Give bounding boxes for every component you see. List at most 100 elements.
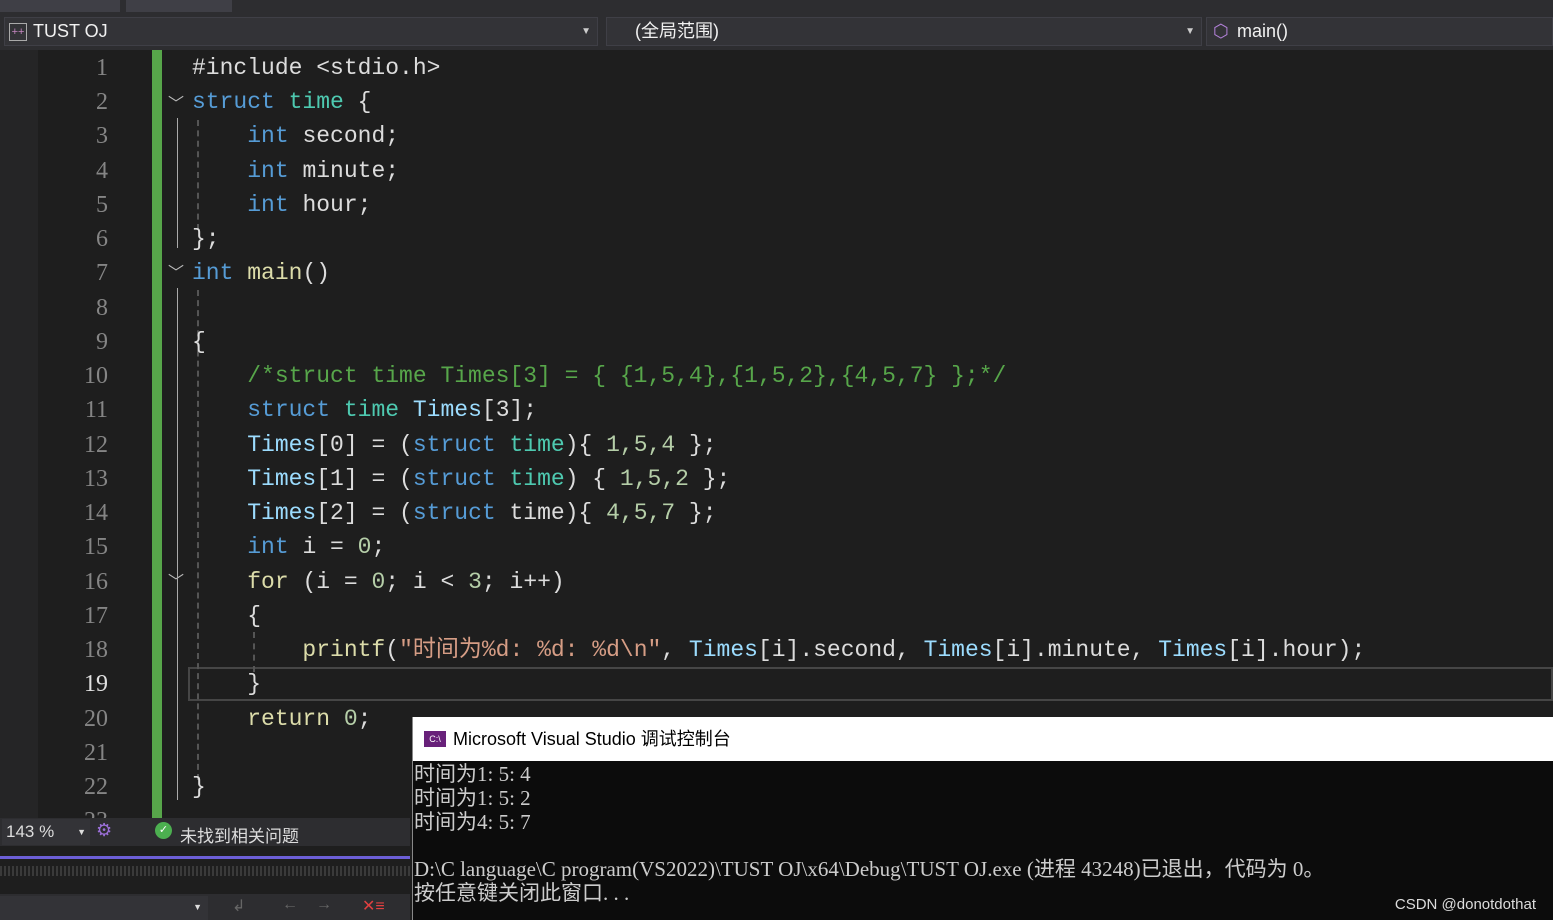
zoom-dropdown[interactable]: 143 % ▼	[2, 819, 90, 845]
line-number: 13	[84, 465, 108, 492]
code-token: Times	[688, 637, 758, 664]
console-line: D:\C language\C program(VS2022)\TUST OJ\…	[414, 857, 1325, 882]
tab-solution-explorer[interactable]	[0, 0, 120, 12]
code-token: 1,5,4	[606, 431, 676, 458]
code-token: 0	[343, 705, 358, 732]
line-number: 2	[96, 89, 108, 116]
line-number: 17	[84, 602, 108, 629]
fold-chevron-icon[interactable]: ﹀	[168, 568, 184, 592]
code-line: int second;	[192, 119, 399, 153]
code-token: [i].second,	[757, 637, 924, 664]
change-tracking-bar	[152, 50, 162, 818]
code-line: struct time Times[3];	[192, 393, 537, 427]
editor-status-bar: 143 % ▼ ⚙ ✓ 未找到相关问题	[0, 818, 410, 846]
code-token: };	[675, 431, 717, 458]
line-number: 22	[84, 774, 108, 801]
code-token: int	[247, 157, 289, 184]
line-number: 14	[84, 500, 108, 527]
code-line: return 0;	[192, 702, 371, 736]
code-token: )	[564, 431, 579, 458]
code-line: int minute;	[192, 154, 399, 188]
line-number: 9	[96, 328, 108, 355]
code-line: }	[192, 667, 261, 701]
navigation-bar: ++ TUST OJ ▼ (全局范围) ▼ ⬡ main()	[0, 14, 1553, 50]
code-token: [2] = (	[316, 500, 413, 527]
code-token: int	[247, 123, 289, 150]
code-token: };	[688, 465, 731, 492]
code-token: struct	[192, 89, 289, 116]
code-token: (	[385, 637, 400, 664]
clear-all-icon[interactable]: ✕≡	[362, 896, 385, 916]
tab-file[interactable]	[126, 0, 232, 12]
code-token: };	[675, 500, 717, 527]
code-token: i =	[288, 534, 358, 561]
code-token: main	[233, 260, 303, 287]
debug-console-window[interactable]: C:\ Microsoft Visual Studio 调试控制台 时间为1: …	[412, 717, 1553, 920]
code-token: minute;	[288, 157, 400, 184]
line-number: 20	[84, 705, 108, 732]
prev-message-icon[interactable]: ←	[282, 896, 298, 914]
next-message-icon[interactable]: →	[316, 896, 332, 914]
code-line: {	[192, 325, 206, 359]
console-title-bar[interactable]: C:\ Microsoft Visual Studio 调试控制台	[413, 717, 1553, 761]
fold-chevron-icon[interactable]: ﹀	[168, 90, 184, 114]
line-number: 6	[96, 226, 108, 253]
code-token: time	[509, 431, 565, 458]
zoom-level: 143 %	[6, 822, 55, 841]
line-number: 21	[84, 739, 108, 766]
check-circle-icon: ✓	[155, 822, 172, 839]
scope-name: (全局范围)	[635, 21, 719, 41]
code-token: [0] = (	[316, 431, 413, 458]
code-token: {	[343, 89, 372, 116]
code-token: "时间为%d: %d: %d\n"	[399, 637, 662, 664]
code-token: hour;	[288, 191, 372, 218]
chevron-down-icon: ▼	[1185, 26, 1195, 37]
member-dropdown[interactable]: ⬡ main()	[1206, 17, 1553, 46]
code-token: (i =	[288, 568, 372, 595]
code-token: ()	[302, 260, 331, 287]
watermark: CSDN @donotdothat	[1394, 896, 1536, 913]
fold-line	[177, 118, 178, 248]
code-line: }	[192, 770, 206, 804]
code-token: printf	[302, 637, 386, 664]
code-token: Times	[247, 500, 317, 527]
line-number: 3	[96, 123, 108, 150]
chevron-down-icon: ▼	[77, 827, 86, 837]
code-token: Times	[247, 431, 317, 458]
console-app-icon: C:\	[424, 731, 446, 747]
fold-chevron-icon[interactable]: ﹀	[168, 259, 184, 283]
issues-status[interactable]: 未找到相关问题	[180, 822, 299, 847]
output-source-dropdown[interactable]: ▼	[0, 896, 208, 920]
console-line: 按任意键关闭此窗口. . .	[414, 881, 630, 905]
document-tab-strip	[0, 0, 1553, 14]
code-line: int hour;	[192, 188, 371, 222]
code-token: [i].hour);	[1227, 637, 1366, 664]
console-line: 时间为1: 5: 4	[414, 762, 531, 786]
line-number: 7	[96, 260, 108, 287]
code-token: ) {	[564, 465, 620, 492]
code-token: [3];	[481, 397, 538, 424]
code-line: Times[2] = (struct time){ 4,5,7 };	[192, 496, 717, 530]
wrap-icon[interactable]: ↲	[232, 896, 245, 916]
project-dropdown[interactable]: ++ TUST OJ ▼	[4, 17, 598, 46]
code-token: 3	[468, 568, 482, 595]
splitter-grip[interactable]	[0, 866, 410, 876]
code-line: #include <stdio.h>	[192, 51, 440, 85]
current-line-highlight	[188, 667, 1553, 701]
code-token: 1,5,2	[619, 465, 689, 492]
cpp-project-icon: ++	[9, 23, 27, 41]
code-token: Times	[923, 637, 993, 664]
intellicode-icon[interactable]: ⚙	[96, 820, 112, 841]
scope-dropdown[interactable]: (全局范围) ▼	[606, 17, 1202, 46]
code-token: {	[192, 328, 206, 355]
line-number: 4	[96, 157, 108, 184]
